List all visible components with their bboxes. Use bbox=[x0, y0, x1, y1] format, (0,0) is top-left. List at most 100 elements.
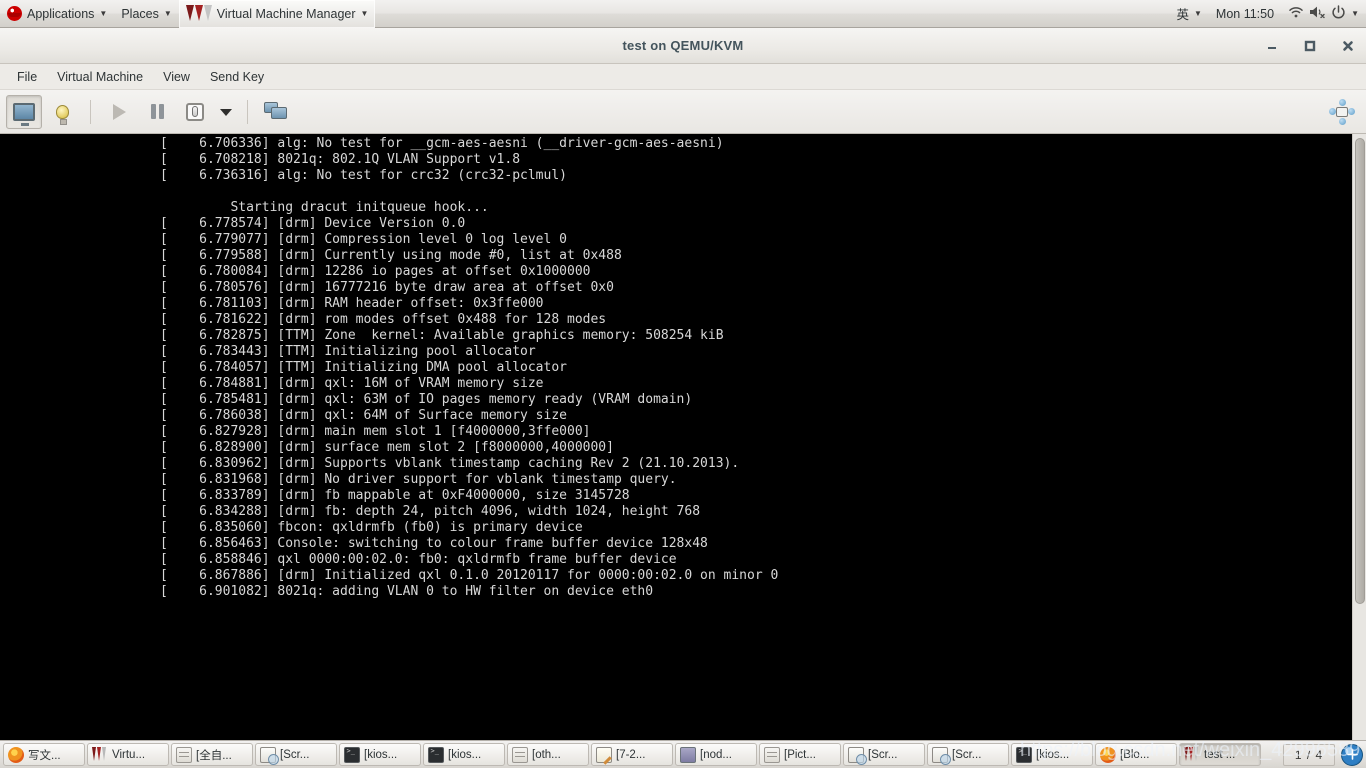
virtual-machine-manager-icon bbox=[185, 5, 212, 22]
console-line: [ 6.780576] [drm] 16777216 byte draw are… bbox=[160, 280, 614, 295]
show-desktop-button[interactable] bbox=[1341, 743, 1363, 766]
console-line: [ 6.835060] fbcon: qxldrmfb (fb0) is pri… bbox=[160, 520, 583, 535]
active-application-label: Virtual Machine Manager bbox=[216, 6, 356, 21]
maximize-button[interactable] bbox=[1302, 38, 1318, 54]
console-line: [ 6.706336] alg: No test for __gcm-aes-a… bbox=[160, 136, 724, 151]
taskbar-item[interactable]: [7-2... bbox=[591, 743, 673, 766]
taskbar-item[interactable]: [Scr... bbox=[843, 743, 925, 766]
minimize-button[interactable] bbox=[1264, 38, 1280, 54]
taskbar-item[interactable]: [nod... bbox=[675, 743, 757, 766]
clock[interactable]: Mon 11:50 bbox=[1209, 0, 1281, 28]
chevron-down-icon: ▼ bbox=[1351, 8, 1359, 18]
chevron-down-icon bbox=[220, 108, 232, 116]
taskbar-item[interactable]: [oth... bbox=[507, 743, 589, 766]
system-status-area[interactable]: ▼ bbox=[1281, 0, 1366, 28]
console-line: [ 6.783443] [TTM] Initializing pool allo… bbox=[160, 344, 536, 359]
console-line: [ 6.736316] alg: No test for crc32 (crc3… bbox=[160, 168, 567, 183]
console-scrollbar[interactable] bbox=[1352, 134, 1366, 740]
console-line: [ 6.833789] [drm] fb mappable at 0xF4000… bbox=[160, 488, 630, 503]
snapshots-button[interactable] bbox=[258, 95, 294, 129]
console-line: [ 6.901082] 8021q: adding VLAN 0 to HW f… bbox=[160, 584, 654, 599]
vmm-icon bbox=[92, 746, 108, 763]
console-line: [ 6.779077] [drm] Compression level 0 lo… bbox=[160, 232, 567, 247]
files-icon bbox=[764, 746, 780, 763]
close-button[interactable] bbox=[1340, 38, 1356, 54]
console-line: [ 6.781103] [drm] RAM header offset: 0x3… bbox=[160, 296, 544, 311]
console-line: [ 6.856463] Console: switching to colour… bbox=[160, 536, 708, 551]
virtual-machine-manager-window: test on QEMU/KVM File Virtual Machine Vi… bbox=[0, 28, 1366, 740]
toolbar-separator bbox=[247, 99, 248, 124]
taskbar-item-label: [Scr... bbox=[868, 748, 898, 761]
terminal-icon bbox=[428, 746, 444, 763]
taskbar-item[interactable]: [Scr... bbox=[255, 743, 337, 766]
scrollbar-thumb[interactable] bbox=[1355, 138, 1365, 604]
taskbar-item[interactable]: Virtu... bbox=[87, 743, 169, 766]
files-icon bbox=[512, 746, 528, 763]
taskbar-item-label: [Blo... bbox=[1120, 748, 1150, 761]
taskbar-item-label: test ... bbox=[1204, 748, 1236, 761]
console-line: [ 6.780084] [drm] 12286 io pages at offs… bbox=[160, 264, 591, 279]
console-line: [ 6.782875] [TTM] Zone kernel: Available… bbox=[160, 328, 724, 343]
taskbar-item[interactable]: test ... bbox=[1179, 743, 1261, 766]
menu-send-key[interactable]: Send Key bbox=[201, 67, 273, 87]
console-line: [ 6.785481] [drm] qxl: 63M of IO pages m… bbox=[160, 392, 693, 407]
run-button[interactable] bbox=[101, 95, 137, 129]
shutdown-dropdown-button[interactable] bbox=[215, 95, 237, 129]
menu-virtual-machine[interactable]: Virtual Machine bbox=[48, 67, 152, 87]
chevron-down-icon: ▼ bbox=[360, 8, 369, 18]
taskbar-item[interactable]: [Blo... bbox=[1095, 743, 1177, 766]
console-line: [ 6.834288] [drm] fb: depth 24, pitch 40… bbox=[160, 504, 701, 519]
taskbar-item[interactable]: [Scr... bbox=[927, 743, 1009, 766]
console-line: [ 6.784881] [drm] qxl: 16M of VRAM memor… bbox=[160, 376, 544, 391]
taskbar-item-label: 写文... bbox=[28, 749, 61, 762]
console-line: [ 6.830962] [drm] Supports vblank timest… bbox=[160, 456, 740, 471]
page-title: test on QEMU/KVM bbox=[622, 38, 744, 53]
applications-menu[interactable]: Applications ▼ bbox=[0, 0, 114, 28]
console-line: [ 6.786038] [drm] qxl: 64M of Surface me… bbox=[160, 408, 567, 423]
console-line: [ 6.784057] [TTM] Initializing DMA pool … bbox=[160, 360, 567, 375]
task-list: 写文... Virtu... [全自... [Scr... [kios... [kios.… bbox=[3, 743, 1261, 766]
taskbar-item-label: [kios... bbox=[364, 748, 398, 761]
applications-menu-label: Applications bbox=[27, 6, 95, 21]
console-line: [ 6.779588] [drm] Currently using mode #… bbox=[160, 248, 622, 263]
image-viewer-icon bbox=[848, 746, 867, 765]
taskbar-item[interactable]: [Pict... bbox=[759, 743, 841, 766]
console-output: [ 6.706336] alg: No test for __gcm-aes-a… bbox=[160, 136, 778, 600]
show-details-button[interactable] bbox=[44, 95, 80, 129]
console-line: [ 6.778574] [drm] Device Version 0.0 bbox=[160, 216, 466, 231]
taskbar-item[interactable]: [kios... bbox=[423, 743, 505, 766]
terminal-icon bbox=[1016, 746, 1032, 763]
window-controls bbox=[1264, 28, 1356, 64]
taskbar-item[interactable]: [kios... bbox=[339, 743, 421, 766]
show-console-button[interactable] bbox=[6, 94, 42, 129]
console-line: Starting dracut initqueue hook... bbox=[160, 200, 489, 215]
shutdown-button[interactable] bbox=[177, 95, 213, 129]
active-application-menu[interactable]: Virtual Machine Manager ▼ bbox=[178, 0, 376, 28]
pause-button[interactable] bbox=[139, 95, 175, 129]
taskbar-item[interactable]: [kios... bbox=[1011, 743, 1093, 766]
notes-icon bbox=[596, 746, 612, 763]
workspace-switcher[interactable]: 1 / 4 bbox=[1283, 743, 1335, 766]
vm-console[interactable]: [ 6.706336] alg: No test for __gcm-aes-a… bbox=[0, 134, 1366, 740]
clock-label: Mon 11:50 bbox=[1215, 6, 1275, 21]
monitor-icon bbox=[13, 102, 35, 126]
console-line: [ 6.867886] [drm] Initialized qxl 0.1.0 … bbox=[160, 568, 779, 583]
firefox-icon bbox=[8, 746, 24, 763]
wifi-icon bbox=[1288, 5, 1304, 22]
menu-file[interactable]: File bbox=[8, 67, 46, 87]
snapshots-icon bbox=[264, 102, 288, 121]
input-method-label: 英 bbox=[1176, 8, 1189, 22]
taskbar-item[interactable]: 写文... bbox=[3, 743, 85, 766]
chevron-down-icon: ▼ bbox=[163, 8, 172, 18]
console-line: [ 6.708218] 8021q: 802.1Q VLAN Support v… bbox=[160, 152, 521, 167]
taskbar-item-label: [Pict... bbox=[784, 748, 816, 761]
input-method-indicator[interactable]: 英 ▼ bbox=[1169, 0, 1208, 28]
fullscreen-button[interactable] bbox=[1324, 95, 1360, 129]
taskbar-item-label: [全自... bbox=[196, 749, 232, 762]
toolbar bbox=[0, 90, 1366, 134]
menu-view[interactable]: View bbox=[154, 67, 199, 87]
places-menu[interactable]: Places ▼ bbox=[114, 0, 178, 28]
taskbar-item-label: [oth... bbox=[532, 748, 561, 761]
taskbar-item[interactable]: [全自... bbox=[171, 743, 253, 766]
